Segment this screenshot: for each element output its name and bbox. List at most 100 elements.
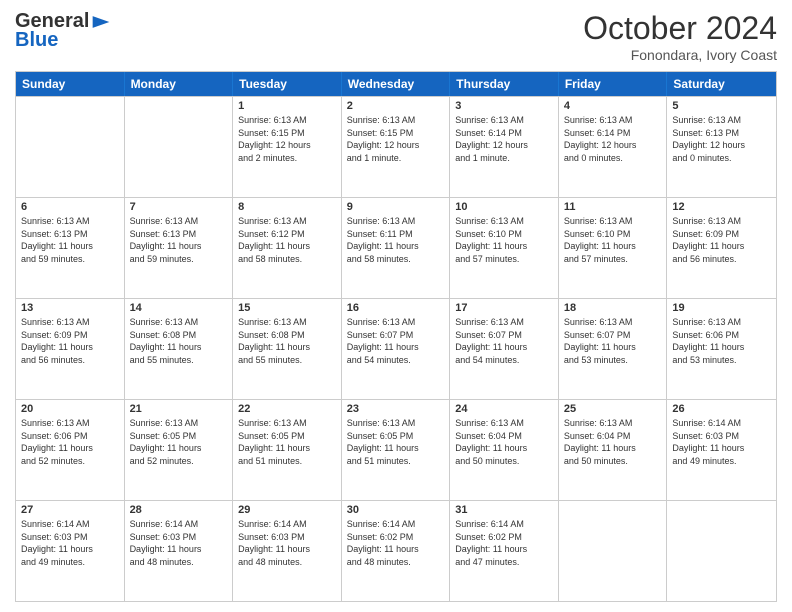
- day-info: Sunrise: 6:13 AM Sunset: 6:09 PM Dayligh…: [672, 215, 771, 265]
- day-info: Sunrise: 6:13 AM Sunset: 6:06 PM Dayligh…: [672, 316, 771, 366]
- calendar: SundayMondayTuesdayWednesdayThursdayFrid…: [15, 71, 777, 602]
- day-number: 12: [672, 201, 771, 213]
- day-info: Sunrise: 6:14 AM Sunset: 6:03 PM Dayligh…: [21, 518, 119, 568]
- calendar-day-cell: 29 Sunrise: 6:14 AM Sunset: 6:03 PM Dayli…: [233, 501, 342, 601]
- calendar-day-cell: 16 Sunrise: 6:13 AM Sunset: 6:07 PM Dayli…: [342, 299, 451, 399]
- page: General Blue October 2024 Fonondara, Ivo…: [0, 0, 792, 612]
- day-number: 17: [455, 302, 553, 314]
- day-info: Sunrise: 6:13 AM Sunset: 6:05 PM Dayligh…: [130, 417, 228, 467]
- header-day-wednesday: Wednesday: [342, 72, 451, 96]
- day-number: 28: [130, 504, 228, 516]
- header-day-monday: Monday: [125, 72, 234, 96]
- calendar-day-cell: 24Sunrise: 6:13 AM Sunset: 6:04 PM Dayli…: [450, 400, 559, 500]
- day-info: Sunrise: 6:14 AM Sunset: 6:03 PM Dayligh…: [238, 518, 336, 568]
- calendar-day-cell: 3Sunrise: 6:13 AM Sunset: 6:14 PM Daylig…: [450, 97, 559, 197]
- calendar-day-cell: [16, 97, 125, 197]
- logo-flag-icon: [91, 12, 111, 32]
- calendar-day-cell: 27 Sunrise: 6:14 AM Sunset: 6:03 PM Dayli…: [16, 501, 125, 601]
- day-number: 23: [347, 403, 445, 415]
- calendar-week-2: 6Sunrise: 6:13 AM Sunset: 6:13 PM Daylig…: [16, 197, 776, 298]
- calendar-day-cell: 19 Sunrise: 6:13 AM Sunset: 6:06 PM Dayli…: [667, 299, 776, 399]
- day-number: 19: [672, 302, 771, 314]
- day-info: Sunrise: 6:13 AM Sunset: 6:07 PM Dayligh…: [347, 316, 445, 366]
- day-info: Sunrise: 6:13 AM Sunset: 6:10 PM Dayligh…: [564, 215, 662, 265]
- day-number: 26: [672, 403, 771, 415]
- day-number: 11: [564, 201, 662, 213]
- day-number: 27: [21, 504, 119, 516]
- day-info: Sunrise: 6:13 AM Sunset: 6:09 PM Dayligh…: [21, 316, 119, 366]
- day-number: 13: [21, 302, 119, 314]
- title-area: October 2024 Fonondara, Ivory Coast: [583, 10, 777, 63]
- calendar-day-cell: 13 Sunrise: 6:13 AM Sunset: 6:09 PM Dayli…: [16, 299, 125, 399]
- day-number: 7: [130, 201, 228, 213]
- logo: General Blue: [15, 10, 111, 52]
- day-info: Sunrise: 6:13 AM Sunset: 6:07 PM Dayligh…: [564, 316, 662, 366]
- calendar-day-cell: 30 Sunrise: 6:14 AM Sunset: 6:02 PM Dayli…: [342, 501, 451, 601]
- day-number: 25: [564, 403, 662, 415]
- day-number: 4: [564, 100, 662, 112]
- calendar-day-cell: 10 Sunrise: 6:13 AM Sunset: 6:10 PM Dayli…: [450, 198, 559, 298]
- header-day-tuesday: Tuesday: [233, 72, 342, 96]
- header: General Blue October 2024 Fonondara, Ivo…: [15, 10, 777, 63]
- day-info: Sunrise: 6:14 AM Sunset: 6:03 PM Dayligh…: [130, 518, 228, 568]
- calendar-body: 1 Sunrise: 6:13 AM Sunset: 6:15 PM Daylig…: [16, 96, 776, 601]
- calendar-day-cell: 15 Sunrise: 6:13 AM Sunset: 6:08 PM Dayli…: [233, 299, 342, 399]
- calendar-day-cell: 1Sunrise: 6:13 AM Sunset: 6:15 PM Daylig…: [233, 97, 342, 197]
- calendar-week-3: 13 Sunrise: 6:13 AM Sunset: 6:09 PM Dayli…: [16, 298, 776, 399]
- day-info: Sunrise: 6:13 AM Sunset: 6:14 PM Dayligh…: [455, 114, 553, 164]
- calendar-week-1: 1 Sunrise: 6:13 AM Sunset: 6:15 PM Daylig…: [16, 96, 776, 197]
- subtitle: Fonondara, Ivory Coast: [583, 47, 777, 63]
- calendar-week-4: 20 Sunrise: 6:13 AM Sunset: 6:06 PM Dayli…: [16, 399, 776, 500]
- calendar-day-cell: 4 Sunrise: 6:13 AM Sunset: 6:14 PM Daylig…: [559, 97, 668, 197]
- day-info: Sunrise: 6:13 AM Sunset: 6:13 PM Dayligh…: [21, 215, 119, 265]
- day-info: Sunrise: 6:14 AM Sunset: 6:02 PM Dayligh…: [455, 518, 553, 568]
- day-number: 10: [455, 201, 553, 213]
- calendar-day-cell: 12 Sunrise: 6:13 AM Sunset: 6:09 PM Dayli…: [667, 198, 776, 298]
- header-day-sunday: Sunday: [16, 72, 125, 96]
- calendar-day-cell: [667, 501, 776, 601]
- day-info: Sunrise: 6:13 AM Sunset: 6:14 PM Dayligh…: [564, 114, 662, 164]
- calendar-day-cell: 18 Sunrise: 6:13 AM Sunset: 6:07 PM Dayli…: [559, 299, 668, 399]
- day-number: 18: [564, 302, 662, 314]
- day-info: Sunrise: 6:13 AM Sunset: 6:08 PM Dayligh…: [238, 316, 336, 366]
- day-info: Sunrise: 6:13 AM Sunset: 6:13 PM Dayligh…: [672, 114, 771, 164]
- calendar-day-cell: 22 Sunrise: 6:13 AM Sunset: 6:05 PM Dayli…: [233, 400, 342, 500]
- calendar-day-cell: 2 Sunrise: 6:13 AM Sunset: 6:15 PM Daylig…: [342, 97, 451, 197]
- day-number: 21: [130, 403, 228, 415]
- calendar-day-cell: [559, 501, 668, 601]
- day-info: Sunrise: 6:13 AM Sunset: 6:10 PM Dayligh…: [455, 215, 553, 265]
- day-info: Sunrise: 6:13 AM Sunset: 6:05 PM Dayligh…: [347, 417, 445, 467]
- calendar-day-cell: 23 Sunrise: 6:13 AM Sunset: 6:05 PM Dayli…: [342, 400, 451, 500]
- day-info: Sunrise: 6:13 AM Sunset: 6:13 PM Dayligh…: [130, 215, 228, 265]
- day-number: 29: [238, 504, 336, 516]
- day-info: Sunrise: 6:14 AM Sunset: 6:02 PM Dayligh…: [347, 518, 445, 568]
- calendar-day-cell: 8Sunrise: 6:13 AM Sunset: 6:12 PM Daylig…: [233, 198, 342, 298]
- calendar-day-cell: 21 Sunrise: 6:13 AM Sunset: 6:05 PM Dayli…: [125, 400, 234, 500]
- day-info: Sunrise: 6:14 AM Sunset: 6:03 PM Dayligh…: [672, 417, 771, 467]
- calendar-day-cell: 14Sunrise: 6:13 AM Sunset: 6:08 PM Dayli…: [125, 299, 234, 399]
- day-info: Sunrise: 6:13 AM Sunset: 6:15 PM Dayligh…: [347, 114, 445, 164]
- day-info: Sunrise: 6:13 AM Sunset: 6:07 PM Dayligh…: [455, 316, 553, 366]
- day-number: 16: [347, 302, 445, 314]
- calendar-day-cell: 26 Sunrise: 6:14 AM Sunset: 6:03 PM Dayli…: [667, 400, 776, 500]
- day-number: 5: [672, 100, 771, 112]
- day-number: 9: [347, 201, 445, 213]
- day-number: 1: [238, 100, 336, 112]
- header-day-thursday: Thursday: [450, 72, 559, 96]
- calendar-week-5: 27 Sunrise: 6:14 AM Sunset: 6:03 PM Dayli…: [16, 500, 776, 601]
- day-info: Sunrise: 6:13 AM Sunset: 6:05 PM Dayligh…: [238, 417, 336, 467]
- day-number: 31: [455, 504, 553, 516]
- day-number: 30: [347, 504, 445, 516]
- calendar-day-cell: [125, 97, 234, 197]
- logo-blue: Blue: [15, 29, 58, 52]
- day-number: 24: [455, 403, 553, 415]
- calendar-day-cell: 20 Sunrise: 6:13 AM Sunset: 6:06 PM Dayli…: [16, 400, 125, 500]
- calendar-day-cell: 25Sunrise: 6:13 AM Sunset: 6:04 PM Dayli…: [559, 400, 668, 500]
- day-number: 20: [21, 403, 119, 415]
- calendar-day-cell: 9Sunrise: 6:13 AM Sunset: 6:11 PM Daylig…: [342, 198, 451, 298]
- day-info: Sunrise: 6:13 AM Sunset: 6:12 PM Dayligh…: [238, 215, 336, 265]
- day-number: 15: [238, 302, 336, 314]
- day-info: Sunrise: 6:13 AM Sunset: 6:06 PM Dayligh…: [21, 417, 119, 467]
- day-number: 22: [238, 403, 336, 415]
- day-number: 2: [347, 100, 445, 112]
